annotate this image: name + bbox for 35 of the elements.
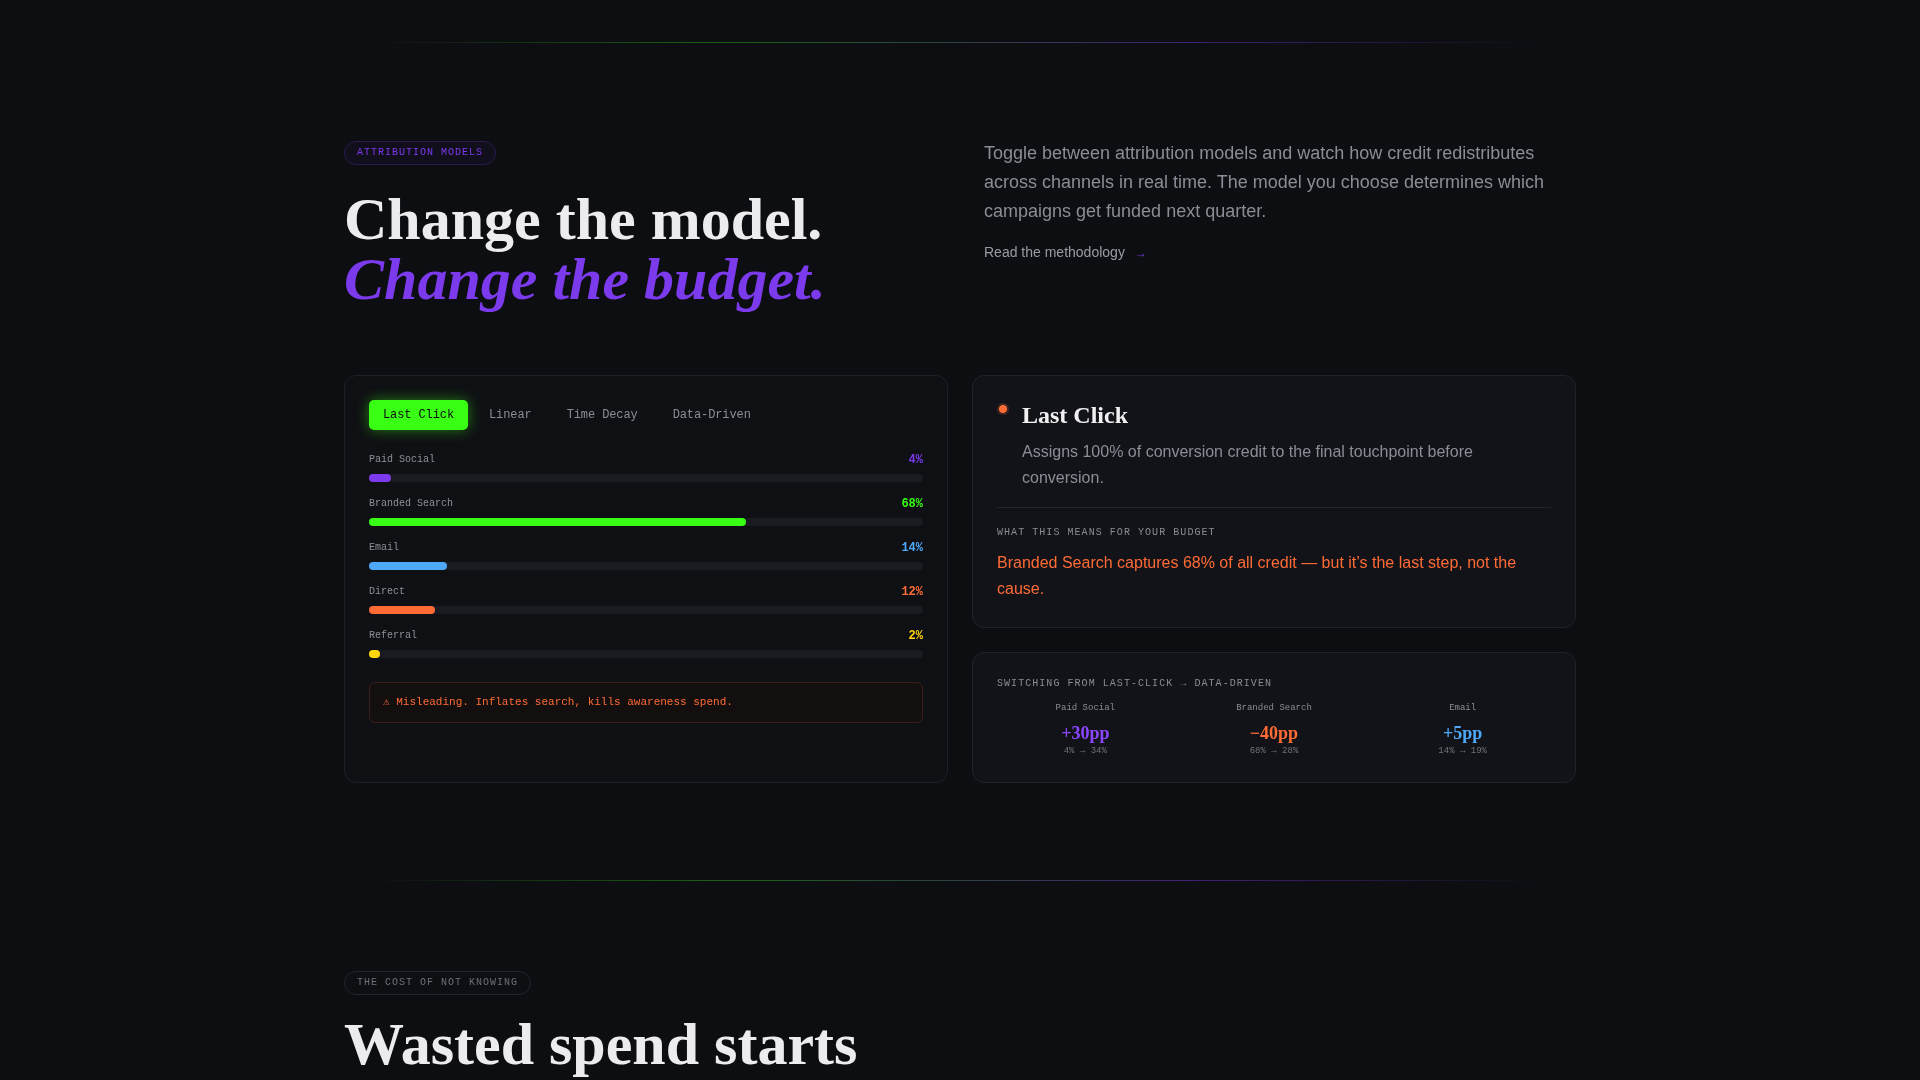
model-description: Assigns 100% of conversion credit to the final touchpoint before conversion.	[1022, 442, 1474, 488]
model-tab[interactable]: Last Click	[369, 400, 468, 430]
change-value: +30pp	[1061, 722, 1110, 745]
model-tab[interactable]: Time Decay	[552, 400, 652, 430]
model-tab[interactable]: Data-Driven	[658, 400, 765, 430]
section-heading: Wasted spend starts	[344, 1014, 859, 1075]
channel-label: Paid Social	[369, 453, 435, 467]
channel-label: Email	[369, 541, 399, 555]
methodology-link[interactable]: Read the methodology →	[984, 242, 1147, 263]
switch-title: SWITCHING FROM LAST-CLICK → DATA-DRIVEN	[997, 677, 1273, 692]
change-range: 14% → 19%	[1438, 745, 1487, 758]
channel-percent: 68%	[901, 497, 923, 511]
change-range: 4% → 34%	[1063, 745, 1107, 758]
channel-label: Branded Search	[369, 497, 453, 511]
change-value: +5pp	[1443, 722, 1483, 745]
change-value: −40pp	[1249, 722, 1299, 745]
channel-label: Branded Search	[1236, 702, 1312, 715]
model-title: Last Click	[1022, 401, 1129, 430]
section-tag: THE COST OF NOT KNOWING	[344, 971, 532, 996]
section-tag: ATTRIBUTION MODELS	[344, 141, 497, 165]
channel-percent: 12%	[901, 585, 923, 599]
channel-percent: 14%	[901, 541, 923, 555]
dot-icon	[997, 403, 1009, 415]
warning-message: ⚠ Misleading. Inflates search, kills awareness spend.	[369, 682, 923, 723]
change-range: 68% → 28%	[1249, 745, 1299, 758]
model-tab[interactable]: Linear	[475, 400, 546, 430]
budget-label: WHAT THIS MEANS FOR YOUR BUDGET	[997, 526, 1217, 541]
channel-label: Paid Social	[1055, 702, 1116, 715]
channel-percent: 4%	[908, 453, 923, 467]
intro-paragraph: Toggle between attribution models and watch how credit redistributes across channels in real time. The model you choose determines which campaigns get funded next quarter.	[984, 142, 1545, 223]
channel-label: Direct	[369, 585, 405, 599]
channel-label: Referral	[369, 629, 417, 643]
channel-label: Email	[1449, 702, 1477, 715]
channel-percent: 2%	[908, 629, 923, 643]
budget-note: Branded Search captures 68% of all credit — but it’s the last step, not the cause.	[997, 553, 1518, 599]
